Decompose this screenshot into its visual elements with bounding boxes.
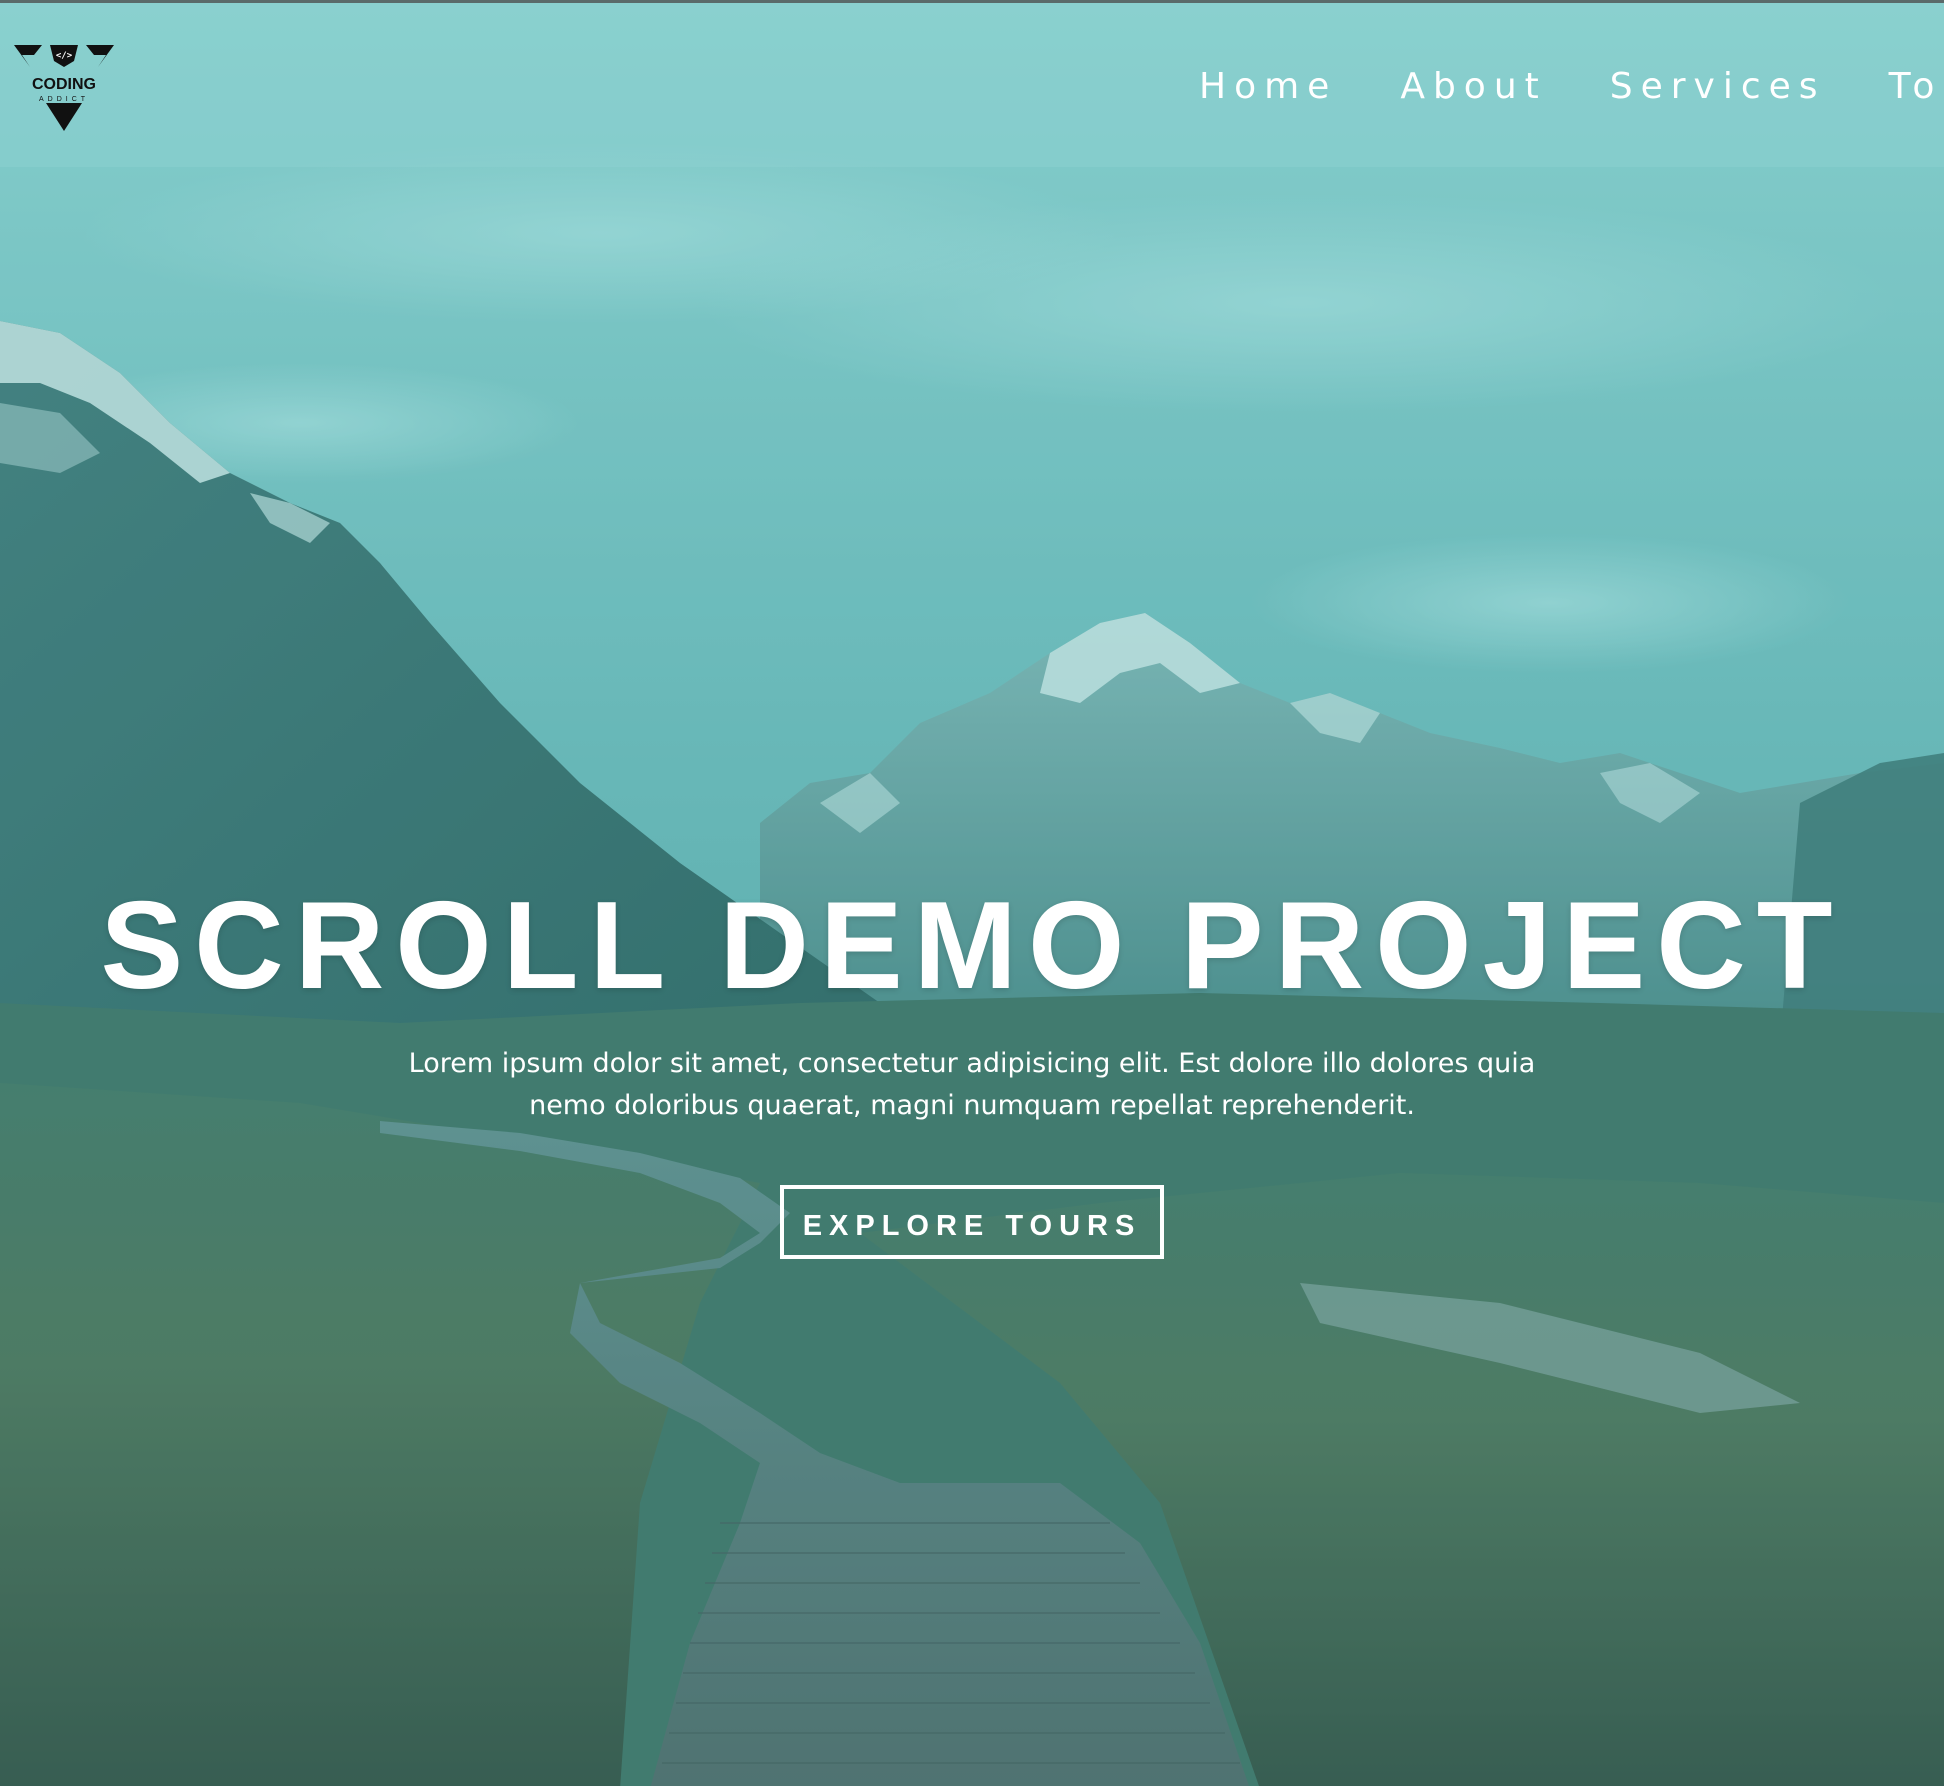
nav-link-services[interactable]: Services [1610,65,1826,109]
nav-links: Home About Services Tours [1199,65,1944,109]
landing-page: </> CODING ADDICT Home About Services To… [0,0,1944,1786]
explore-tours-button[interactable]: EXPLORE TOURS [780,1185,1164,1259]
nav-link-about[interactable]: About [1400,65,1546,109]
logo-text: CODING [32,76,96,93]
brand-logo[interactable]: </> CODING ADDICT [12,41,116,133]
hero-description: Lorem ipsum dolor sit amet, consectetur … [408,1048,1536,1121]
coding-addict-logo-icon: </> CODING ADDICT [14,45,114,131]
svg-text:</>: </> [56,51,73,61]
svg-text:ADDICT: ADDICT [39,96,89,103]
top-navbar: </> CODING ADDICT Home About Services To… [0,3,1944,167]
nav-link-home[interactable]: Home [1199,65,1337,109]
hero-banner: SCROLL DEMO PROJECT Lorem ipsum dolor si… [0,871,1944,1259]
nav-link-tours[interactable]: Tours [1889,65,1944,109]
hero-title: SCROLL DEMO PROJECT [100,877,1844,1015]
